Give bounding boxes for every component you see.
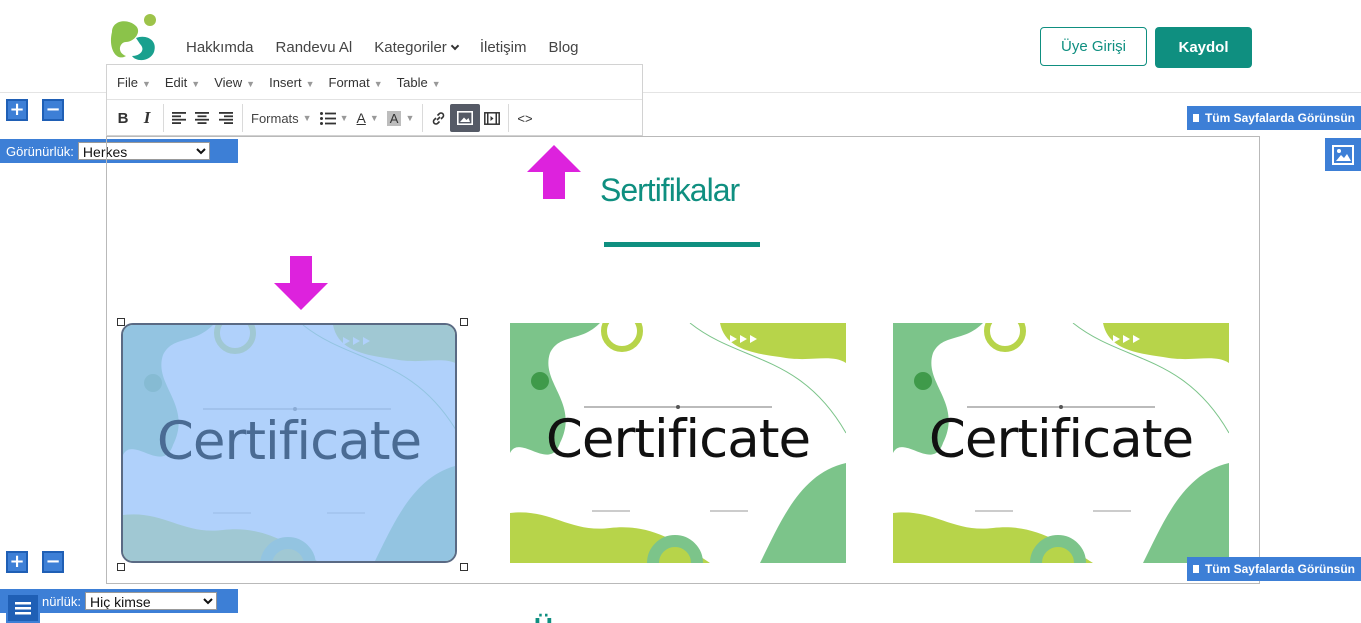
logo-icon[interactable]: [106, 12, 162, 64]
resize-handle-se[interactable]: [460, 563, 468, 571]
nav-item-about[interactable]: Hakkımda: [186, 39, 254, 56]
image-icon: [1332, 144, 1354, 165]
visibility-select-bottom[interactable]: Hiç kimse: [85, 592, 218, 610]
align-center-icon: [195, 112, 209, 124]
section-image-button[interactable]: [1325, 138, 1361, 171]
certificate-text: Certificate: [928, 409, 1194, 470]
all-pages-label: Tüm Sayfalarda Görünsün: [1204, 111, 1355, 125]
rich-text-editor: File ▼ Edit ▼ View ▼ Insert ▼ Format ▼ Table ▼…: [106, 64, 643, 136]
menu-insert[interactable]: Insert ▼: [269, 75, 314, 90]
remove-section-button[interactable]: −: [42, 99, 64, 121]
remove-section-button[interactable]: −: [42, 551, 64, 573]
login-button[interactable]: Üye Girişi: [1040, 27, 1147, 66]
certificate-card-2[interactable]: Certificate: [510, 323, 846, 563]
formats-dropdown[interactable]: Formats ▼: [242, 104, 316, 132]
visibility-label: nürlük:: [42, 593, 82, 609]
signup-button[interactable]: Kaydol: [1155, 27, 1252, 68]
bullet-list-icon: [319, 111, 336, 125]
page: Hakkımda Randevu Al Kategoriler İletişim…: [0, 0, 1361, 623]
all-pages-label: Tüm Sayfalarda Görünsün: [1204, 562, 1355, 576]
caret-down-icon: ▼: [302, 113, 312, 123]
caret-down-icon: ▼: [373, 78, 383, 89]
editor-menubar: File ▼ Edit ▼ View ▼ Insert ▼ Format ▼ Table ▼: [107, 65, 642, 100]
section-menu-button[interactable]: [6, 593, 40, 623]
caret-down-icon: ▼: [339, 113, 349, 123]
resize-handle-sw[interactable]: [117, 563, 125, 571]
editor-toolbar: B I Formats ▼ ▼ A ▼ A ▼ <>: [107, 100, 642, 136]
link-icon: [433, 111, 445, 125]
all-pages-toggle-bottom[interactable]: Tüm Sayfalarda Görünsün: [1187, 557, 1361, 581]
certificate-card-1[interactable]: Certificate: [121, 323, 457, 563]
insert-image-button[interactable]: [450, 104, 481, 132]
resize-handle-nw[interactable]: [117, 318, 125, 326]
title-underline: [604, 242, 760, 247]
menu-view[interactable]: View ▼: [214, 75, 255, 90]
nav-item-categories[interactable]: Kategoriler: [374, 39, 460, 56]
caret-down-icon: ▼: [141, 78, 151, 89]
add-section-button[interactable]: +: [6, 99, 28, 121]
link-button[interactable]: [422, 104, 450, 132]
insert-media-button[interactable]: [480, 104, 504, 132]
menu-table[interactable]: Table ▼: [397, 75, 441, 90]
align-left-icon: [172, 112, 186, 124]
caret-down-icon: ▼: [305, 78, 315, 89]
arrow-down-icon: [274, 256, 328, 310]
source-code-button[interactable]: <>: [508, 104, 536, 132]
resize-handle-ne[interactable]: [460, 318, 468, 326]
caret-down-icon: ▼: [369, 113, 379, 123]
formats-label: Formats: [251, 110, 299, 126]
align-center-button[interactable]: [190, 104, 214, 132]
page-title: Sertifikalar: [600, 172, 740, 208]
caret-down-icon: ▼: [431, 78, 441, 89]
certificate-card-3[interactable]: Certificate: [893, 323, 1229, 563]
nav-item-categories-label: Kategoriler: [374, 39, 447, 56]
media-icon: [484, 111, 501, 125]
menu-format[interactable]: Format ▼: [329, 75, 383, 90]
bullet-list-button[interactable]: ▼: [316, 104, 353, 132]
certificate-text: Certificate: [545, 409, 811, 470]
bg-color-button[interactable]: A ▼: [383, 104, 419, 132]
bg-color-icon: A: [386, 110, 402, 126]
nav-item-blog[interactable]: Blog: [548, 39, 578, 56]
caret-down-icon: ▼: [191, 78, 201, 89]
nav-item-contact[interactable]: İletişim: [480, 39, 527, 56]
all-pages-toggle-top[interactable]: Tüm Sayfalarda Görünsün: [1187, 106, 1361, 130]
add-section-button[interactable]: +: [6, 551, 28, 573]
caret-down-icon: ▼: [405, 113, 415, 123]
checkbox-icon: [1193, 114, 1199, 122]
arrow-up-icon: [527, 145, 581, 199]
text-color-icon: A: [356, 110, 366, 126]
main-nav: Hakkımda Randevu Al Kategoriler İletişim…: [186, 39, 579, 56]
italic-button[interactable]: I: [135, 104, 159, 132]
text-color-button[interactable]: A ▼: [353, 104, 383, 132]
align-right-icon: [219, 112, 233, 124]
certificate-text: Certificate: [156, 411, 422, 472]
align-right-button[interactable]: [214, 104, 238, 132]
align-left-button[interactable]: [163, 104, 190, 132]
checkbox-icon: [1193, 565, 1199, 573]
chevron-down-icon: [450, 41, 460, 51]
image-icon: [457, 111, 474, 125]
nav-item-appointment[interactable]: Randevu Al: [276, 39, 353, 56]
bold-button[interactable]: B: [111, 104, 135, 132]
hamburger-icon: [15, 602, 31, 615]
visibility-label: Görünürlük:: [6, 143, 74, 159]
menu-edit[interactable]: Edit ▼: [165, 75, 200, 90]
menu-file[interactable]: File ▼: [117, 75, 151, 90]
caret-down-icon: ▼: [246, 78, 256, 89]
next-section-title: Ü: [534, 612, 557, 623]
